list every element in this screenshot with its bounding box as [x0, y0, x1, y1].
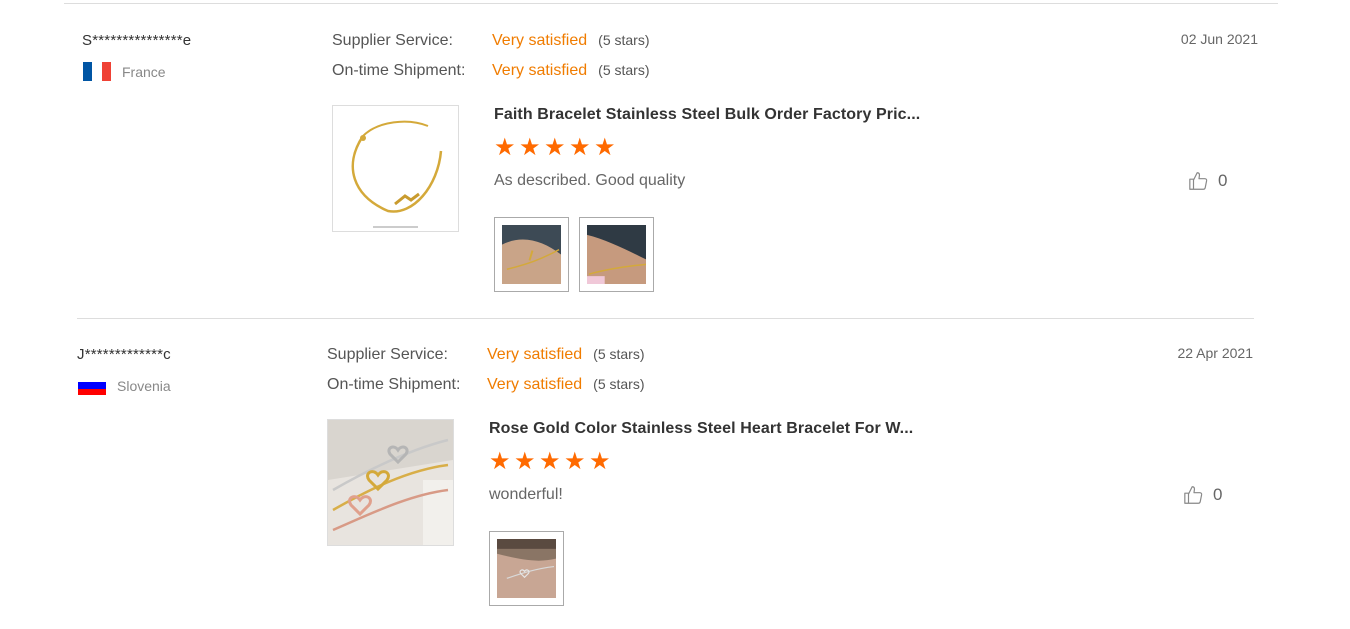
supplier-service-stars: (5 stars): [598, 32, 650, 48]
product-title-link[interactable]: Faith Bracelet Stainless Steel Bulk Orde…: [494, 106, 920, 124]
reviewer-name: S***************e: [82, 32, 192, 49]
review-photo[interactable]: [579, 217, 654, 292]
shipment-value: Very satisfied: [487, 376, 583, 393]
star-icon: ★: [539, 448, 561, 475]
supplier-service-rating: Supplier Service: Very satisfied (5 star…: [332, 32, 650, 50]
reviewer-country: Slovenia: [78, 376, 171, 395]
review-comment: As described. Good quality: [494, 172, 686, 189]
review-photo-image: [497, 539, 556, 598]
reviewer-country: France: [83, 62, 166, 81]
supplier-service-value: Very satisfied: [492, 32, 588, 49]
reviewer-name: J*************c: [77, 346, 171, 363]
shipment-value: Very satisfied: [492, 62, 588, 79]
review-photos: [494, 217, 654, 292]
star-icon: ★: [514, 448, 536, 475]
shipment-label: On-time Shipment:: [327, 376, 461, 393]
star-icon: ★: [564, 448, 586, 475]
country-label: France: [122, 63, 166, 80]
shipment-stars: (5 stars): [598, 62, 650, 78]
like-button[interactable]: 0: [1188, 170, 1227, 192]
thumbs-up-icon: [1184, 486, 1203, 504]
slovenia-flag-icon: [78, 376, 106, 395]
top-divider: [64, 3, 1278, 4]
review-photo-image: [587, 225, 647, 284]
review-date: 22 Apr 2021: [1177, 345, 1253, 361]
star-icon: ★: [519, 134, 541, 161]
star-icon: ★: [569, 134, 591, 161]
review-date: 02 Jun 2021: [1180, 31, 1258, 47]
like-count: 0: [1213, 485, 1223, 504]
like-count: 0: [1218, 171, 1228, 190]
bracelet-image: [333, 106, 458, 231]
thumbs-up-icon: [1189, 172, 1208, 190]
product-thumbnail[interactable]: [332, 105, 459, 232]
star-icon: ★: [544, 134, 566, 161]
review-photo[interactable]: [494, 217, 569, 292]
supplier-service-label: Supplier Service:: [327, 346, 448, 363]
shipment-rating: On-time Shipment: Very satisfied (5 star…: [327, 376, 645, 394]
shipment-rating: On-time Shipment: Very satisfied (5 star…: [332, 62, 650, 80]
star-icon: ★: [494, 134, 516, 161]
star-icon: ★: [594, 134, 616, 161]
product-rating-stars: ★ ★ ★ ★ ★: [489, 448, 611, 475]
product-thumbnail[interactable]: [327, 419, 454, 546]
france-flag-icon: [83, 62, 111, 81]
supplier-service-value: Very satisfied: [487, 346, 583, 363]
review-divider: [77, 318, 1254, 319]
bracelet-image: [328, 420, 453, 545]
star-icon: ★: [489, 448, 511, 475]
review-photos: [489, 531, 564, 606]
product-title-link[interactable]: Rose Gold Color Stainless Steel Heart Br…: [489, 420, 913, 438]
review-photo-image: [502, 225, 561, 284]
supplier-service-stars: (5 stars): [593, 346, 645, 362]
supplier-service-rating: Supplier Service: Very satisfied (5 star…: [327, 346, 645, 364]
supplier-service-label: Supplier Service:: [332, 32, 453, 49]
review-comment: wonderful!: [489, 486, 563, 503]
review-photo[interactable]: [489, 531, 564, 606]
like-button[interactable]: 0: [1183, 484, 1222, 506]
product-rating-stars: ★ ★ ★ ★ ★: [494, 134, 616, 161]
star-icon: ★: [589, 448, 611, 475]
shipment-label: On-time Shipment:: [332, 62, 466, 79]
shipment-stars: (5 stars): [593, 376, 645, 392]
country-label: Slovenia: [117, 377, 171, 394]
